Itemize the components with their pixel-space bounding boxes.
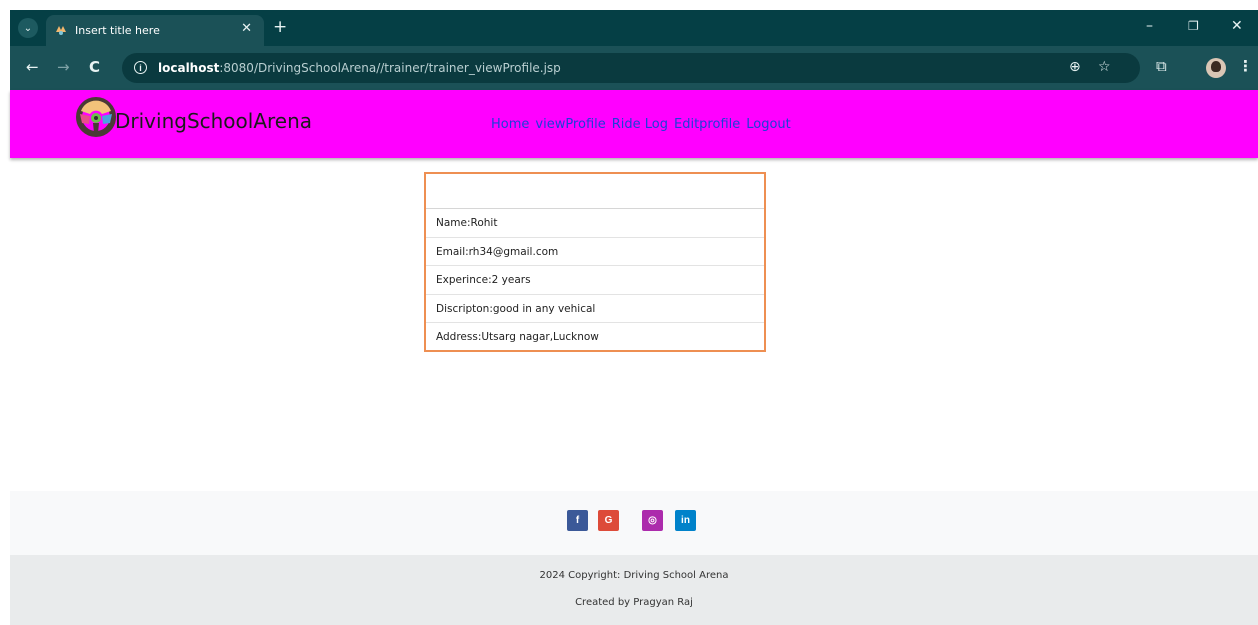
page-viewport: DrivingSchoolArena Home viewProfile Ride…	[10, 90, 1258, 625]
url-text[interactable]: localhost:8080/DrivingSchoolArena//train…	[158, 61, 561, 75]
profile-card: Name:Rohit Email:rh34@gmail.com Experinc…	[424, 172, 766, 352]
nav-ride-log[interactable]: Ride Log	[612, 117, 668, 132]
browser-toolbar: ← → C i localhost:8080/DrivingSchoolAren…	[10, 46, 1258, 90]
tab-title: Insert title here	[75, 24, 160, 37]
profile-email: Email:rh34@gmail.com	[426, 238, 764, 266]
footer-copyright: 2024 Copyright: Driving School Arena Cre…	[10, 555, 1258, 625]
instagram-icon[interactable]: ◎	[642, 510, 663, 531]
profile-address: Address:Utsarg nagar,Lucknow	[436, 331, 599, 343]
copyright-text: 2024 Copyright: Driving School Arena	[539, 570, 729, 581]
browser-tabstrip: ⌄ Insert title here ✕ + – ❐ ✕	[10, 10, 1258, 46]
bookmark-star-icon[interactable]: ☆	[1098, 59, 1111, 75]
restore-icon[interactable]: ❐	[1188, 19, 1199, 33]
profile-avatar[interactable]	[1206, 58, 1226, 78]
profile-description: Discripton:good in any vehical	[426, 295, 764, 323]
steering-wheel-logo-icon	[76, 97, 116, 137]
reload-icon[interactable]: C	[89, 58, 100, 76]
zoom-icon[interactable]: ⊕	[1069, 59, 1081, 75]
tab-close-icon[interactable]: ✕	[241, 21, 252, 36]
nav-edit-profile[interactable]: Editprofile	[674, 117, 740, 132]
browser-tab[interactable]: Insert title here ✕	[46, 15, 264, 46]
address-bar[interactable]: i localhost:8080/DrivingSchoolArena//tra…	[122, 53, 1140, 83]
forward-icon[interactable]: →	[57, 58, 70, 76]
site-header: DrivingSchoolArena Home viewProfile Ride…	[10, 90, 1258, 158]
brand-name[interactable]: DrivingSchoolArena	[115, 109, 312, 133]
extensions-icon[interactable]: ⧉	[1156, 57, 1167, 75]
nav-view-profile[interactable]: viewProfile	[535, 117, 605, 132]
card-header	[426, 174, 764, 209]
favicon-icon	[56, 26, 66, 35]
menu-icon[interactable]: ⋮	[1238, 57, 1253, 75]
credit-text: Created by Pragyan Raj	[575, 597, 693, 608]
facebook-icon[interactable]: f	[567, 510, 588, 531]
new-tab-icon[interactable]: +	[273, 17, 287, 37]
tab-search-button[interactable]: ⌄	[18, 18, 38, 38]
window-close-icon[interactable]: ✕	[1231, 18, 1243, 34]
social-links: f G ◎ in	[10, 491, 1258, 555]
minimize-icon[interactable]: –	[1146, 18, 1153, 34]
nav-home[interactable]: Home	[491, 117, 529, 132]
site-info-icon[interactable]: i	[134, 61, 147, 74]
nav-logout[interactable]: Logout	[746, 117, 791, 132]
google-icon[interactable]: G	[598, 510, 619, 531]
main-nav: Home viewProfile Ride Log Editprofile Lo…	[491, 117, 791, 132]
profile-name: Name:Rohit	[426, 209, 764, 238]
back-icon[interactable]: ←	[26, 58, 39, 76]
linkedin-icon[interactable]: in	[675, 510, 696, 531]
profile-experience: Experince:2 years	[426, 266, 764, 295]
